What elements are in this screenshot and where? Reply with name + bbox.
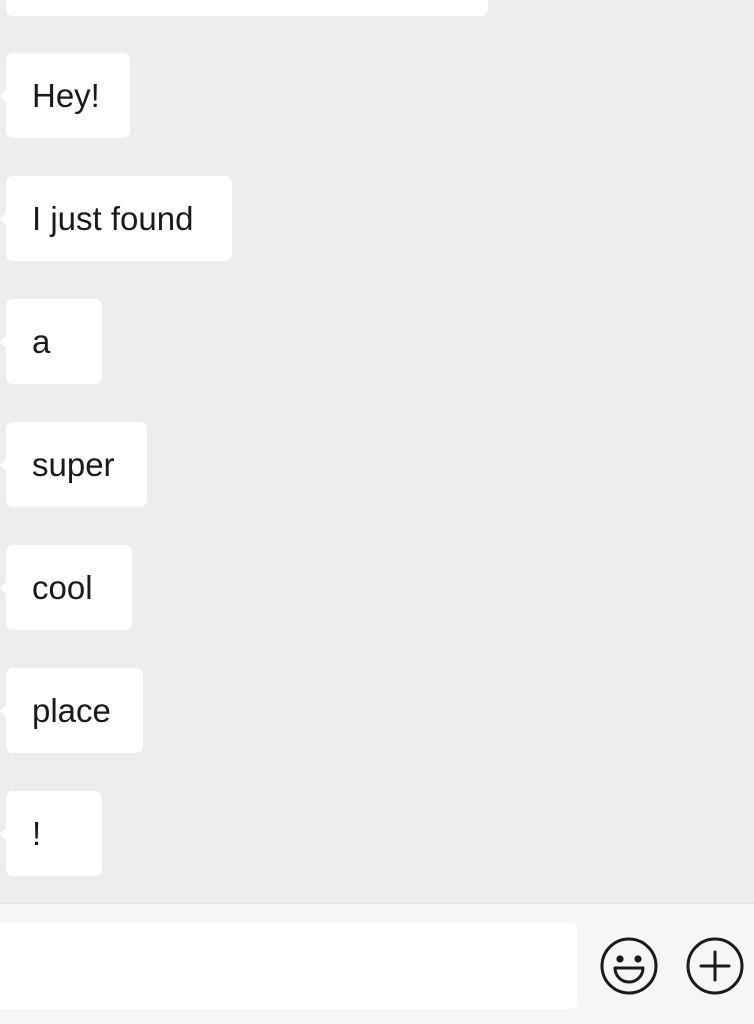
message-text: a bbox=[32, 323, 51, 360]
bubble-tail bbox=[0, 704, 7, 718]
message-list[interactable]: Hey! I just found a super cool place ! bbox=[0, 0, 754, 903]
bubble-tail bbox=[0, 458, 7, 472]
chat-screen: Hey! I just found a super cool place ! bbox=[0, 0, 754, 1024]
message-bubble[interactable]: ! bbox=[0, 791, 102, 876]
message-bubble[interactable]: place bbox=[0, 668, 143, 753]
message-text: I just found bbox=[32, 200, 194, 237]
message-text: super bbox=[32, 446, 115, 483]
message-bubble[interactable]: cool bbox=[0, 545, 132, 630]
bubble-tail bbox=[0, 335, 7, 349]
message-text: Hey! bbox=[32, 77, 100, 114]
message-bubble[interactable]: I just found bbox=[0, 176, 232, 261]
message-bubble[interactable]: super bbox=[0, 422, 147, 507]
plus-circle-icon bbox=[686, 937, 744, 995]
message-bubble[interactable]: a bbox=[0, 299, 102, 384]
input-bar bbox=[0, 903, 754, 1024]
smiley-face-icon bbox=[600, 937, 658, 995]
bubble-tail bbox=[0, 212, 7, 226]
message-text: ! bbox=[32, 815, 42, 852]
message-text: place bbox=[32, 692, 111, 729]
message-bubble[interactable]: Hey! bbox=[0, 53, 130, 138]
message-text: cool bbox=[32, 569, 93, 606]
bubble-tail bbox=[0, 827, 7, 841]
emoji-button[interactable] bbox=[599, 936, 659, 996]
more-button[interactable] bbox=[685, 936, 745, 996]
bubble-tail bbox=[0, 89, 7, 103]
message-bubble-partial[interactable] bbox=[6, 0, 488, 16]
bubble-tail bbox=[0, 581, 7, 595]
message-input[interactable] bbox=[0, 923, 577, 1009]
